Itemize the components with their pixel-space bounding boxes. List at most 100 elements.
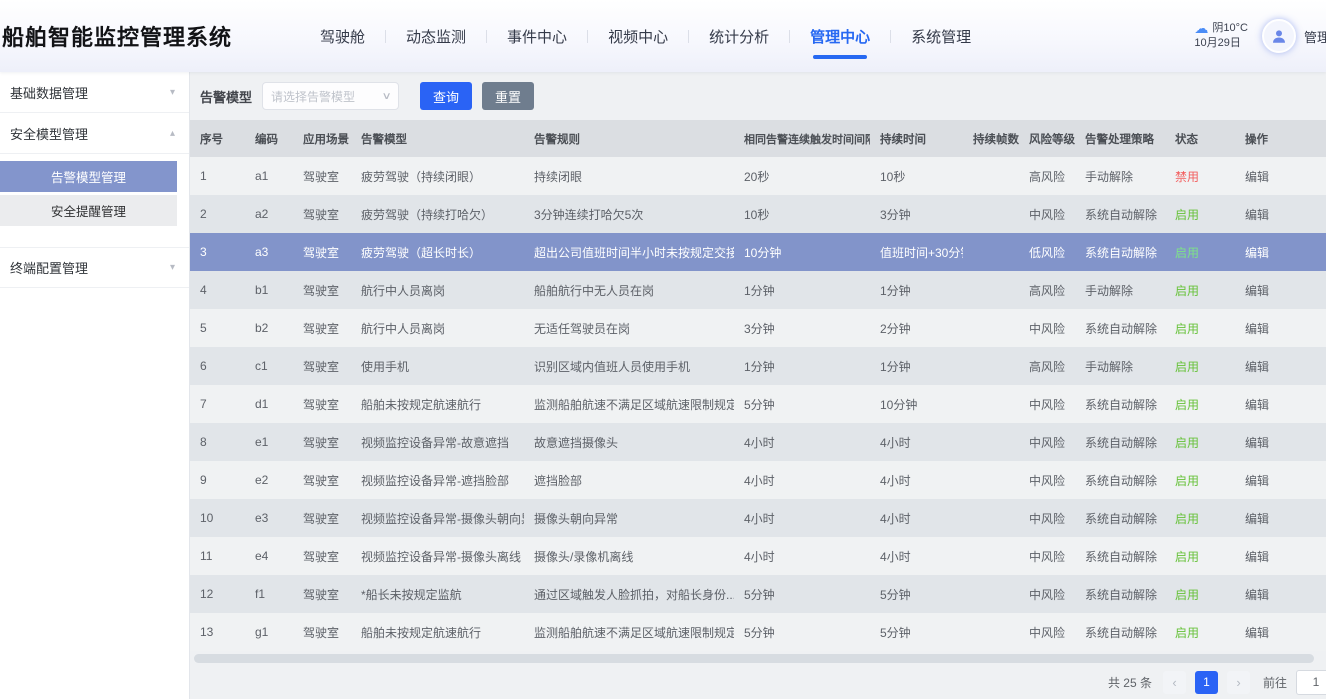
sidebar-submenu: 告警模型管理 安全提醒管理	[0, 154, 189, 235]
cell-strategy: 系统自动解除	[1075, 575, 1165, 613]
cell-risk: 中风险	[1019, 385, 1075, 423]
cell-action[interactable]: 编辑	[1235, 157, 1326, 195]
table-row[interactable]: 12f1驾驶室*船长未按规定监航通过区域触发人脸抓拍，对船长身份...5分钟5分…	[190, 575, 1326, 613]
cell-risk: 中风险	[1019, 423, 1075, 461]
sidebar-group-basic-data[interactable]: 基础数据管理 ▾	[0, 72, 189, 113]
cell-action[interactable]: 编辑	[1235, 309, 1326, 347]
next-page-button[interactable]: ›	[1227, 671, 1250, 694]
alarm-model-select[interactable]: 请选择告警模型 ∨	[262, 82, 399, 110]
nav-divider	[587, 30, 588, 43]
cell-duration: 2分钟	[870, 309, 963, 347]
cell-action[interactable]: 编辑	[1235, 613, 1326, 651]
cell-risk: 中风险	[1019, 575, 1075, 613]
column-header-scene: 应用场景	[293, 120, 351, 157]
cell-index: 3	[190, 233, 245, 271]
table-row[interactable]: 6c1驾驶室使用手机识别区域内值班人员使用手机1分钟1分钟高风险手动解除启用编辑	[190, 347, 1326, 385]
cell-scene: 驾驶室	[293, 499, 351, 537]
select-placeholder: 请选择告警模型	[271, 88, 355, 105]
cell-strategy: 手动解除	[1075, 271, 1165, 309]
cell-status: 启用	[1165, 613, 1235, 651]
cell-code: f1	[245, 575, 293, 613]
cell-index: 1	[190, 157, 245, 195]
table-row[interactable]: 13g1驾驶室船舶未按规定航速航行监测船舶航速不满足区域航速限制规定5分钟5分钟…	[190, 613, 1326, 651]
cell-scene: 驾驶室	[293, 157, 351, 195]
cell-action[interactable]: 编辑	[1235, 537, 1326, 575]
table-row[interactable]: 10e3驾驶室视频监控设备异常-摄像头朝向异常摄像头朝向异常4小时4小时中风险系…	[190, 499, 1326, 537]
cell-duration: 值班时间+30分钟	[870, 233, 963, 271]
table-row[interactable]: 8e1驾驶室视频监控设备异常-故意遮挡故意遮挡摄像头4小时4小时中风险系统自动解…	[190, 423, 1326, 461]
cell-interval: 4小时	[734, 423, 870, 461]
cell-action[interactable]: 编辑	[1235, 461, 1326, 499]
cell-action[interactable]: 编辑	[1235, 385, 1326, 423]
nav-item-management-center[interactable]: 管理中心	[810, 26, 870, 47]
user-name-label: 管理	[1304, 27, 1326, 46]
cell-scene: 驾驶室	[293, 575, 351, 613]
weather-date: 10月29日	[1194, 36, 1248, 51]
cell-risk: 中风险	[1019, 537, 1075, 575]
table-row[interactable]: 4b1驾驶室航行中人员离岗船舶航行中无人员在岗1分钟1分钟高风险手动解除启用编辑	[190, 271, 1326, 309]
table-row[interactable]: 1a1驾驶室疲劳驾驶（持续闭眼）持续闭眼20秒10秒高风险手动解除禁用编辑	[190, 157, 1326, 195]
cell-status: 启用	[1165, 461, 1235, 499]
cell-risk: 中风险	[1019, 195, 1075, 233]
cell-strategy: 手动解除	[1075, 157, 1165, 195]
reset-button[interactable]: 重置	[482, 82, 534, 110]
cell-duration: 10分钟	[870, 385, 963, 423]
table-header: 序号 编码 应用场景 告警模型 告警规则 相同告警连续触发时间间隔 持续时间 持…	[190, 120, 1326, 157]
nav-item-statistics[interactable]: 统计分析	[709, 26, 769, 47]
scrollbar-thumb[interactable]	[194, 654, 1314, 663]
prev-page-button[interactable]: ‹	[1163, 671, 1186, 694]
cell-strategy: 系统自动解除	[1075, 195, 1165, 233]
horizontal-scrollbar[interactable]	[190, 653, 1326, 664]
nav-item-dynamic-monitoring[interactable]: 动态监测	[406, 26, 466, 47]
table-row[interactable]: 5b2驾驶室航行中人员离岗无适任驾驶员在岗3分钟2分钟中风险系统自动解除启用编辑	[190, 309, 1326, 347]
cell-duration: 4小时	[870, 423, 963, 461]
sidebar-group-security-model[interactable]: 安全模型管理 ▴	[0, 113, 189, 154]
cell-interval: 10秒	[734, 195, 870, 233]
cell-action[interactable]: 编辑	[1235, 233, 1326, 271]
column-header-status: 状态	[1165, 120, 1235, 157]
table-row[interactable]: 3a3驾驶室疲劳驾驶（超长时长）超出公司值班时间半小时未按规定交接10分钟值班时…	[190, 233, 1326, 271]
table-row[interactable]: 2a2驾驶室疲劳驾驶（持续打哈欠）3分钟连续打哈欠5次10秒3分钟中风险系统自动…	[190, 195, 1326, 233]
table-row[interactable]: 7d1驾驶室船舶未按规定航速航行监测船舶航速不满足区域航速限制规定5分钟10分钟…	[190, 385, 1326, 423]
caret-down-icon: ▾	[170, 262, 175, 273]
cell-interval: 20秒	[734, 157, 870, 195]
cell-code: g1	[245, 613, 293, 651]
nav-item-video-center[interactable]: 视频中心	[608, 26, 668, 47]
cell-interval: 4小时	[734, 537, 870, 575]
cell-risk: 中风险	[1019, 461, 1075, 499]
cell-interval: 1分钟	[734, 347, 870, 385]
cell-strategy: 系统自动解除	[1075, 423, 1165, 461]
cell-scene: 驾驶室	[293, 233, 351, 271]
cell-action[interactable]: 编辑	[1235, 195, 1326, 233]
sidebar-item-safety-reminder-management[interactable]: 安全提醒管理	[0, 195, 177, 226]
filter-bar: 告警模型 请选择告警模型 ∨ 查询 重置	[190, 72, 1326, 120]
page-button-1[interactable]: 1	[1195, 671, 1218, 694]
nav-item-system-management[interactable]: 系统管理	[911, 26, 971, 47]
nav-item-event-center[interactable]: 事件中心	[507, 26, 567, 47]
cell-scene: 驾驶室	[293, 423, 351, 461]
column-header-index: 序号	[190, 120, 245, 157]
cell-strategy: 系统自动解除	[1075, 499, 1165, 537]
cell-code: b1	[245, 271, 293, 309]
cell-status: 启用	[1165, 385, 1235, 423]
cell-action[interactable]: 编辑	[1235, 499, 1326, 537]
cell-index: 2	[190, 195, 245, 233]
sidebar-item-alarm-model-management[interactable]: 告警模型管理	[0, 161, 177, 192]
cell-interval: 5分钟	[734, 575, 870, 613]
search-button[interactable]: 查询	[420, 82, 472, 110]
nav-item-cockpit[interactable]: 驾驶舱	[320, 26, 365, 47]
cell-action[interactable]: 编辑	[1235, 347, 1326, 385]
user-avatar[interactable]	[1262, 19, 1296, 53]
goto-page-input[interactable]	[1296, 670, 1326, 695]
cell-frames	[963, 461, 1019, 499]
cell-action[interactable]: 编辑	[1235, 271, 1326, 309]
table-row[interactable]: 11e4驾驶室视频监控设备异常-摄像头离线摄像头/录像机离线4小时4小时中风险系…	[190, 537, 1326, 575]
cell-action[interactable]: 编辑	[1235, 575, 1326, 613]
sidebar-group-terminal-config[interactable]: 终端配置管理 ▾	[0, 247, 189, 288]
cell-rule: 故意遮挡摄像头	[524, 423, 734, 461]
total-count: 共 25 条	[1108, 674, 1152, 691]
table-row[interactable]: 9e2驾驶室视频监控设备异常-遮挡脸部遮挡脸部4小时4小时中风险系统自动解除启用…	[190, 461, 1326, 499]
goto-label: 前往	[1263, 674, 1287, 691]
cell-action[interactable]: 编辑	[1235, 423, 1326, 461]
cell-model: 疲劳驾驶（持续闭眼）	[351, 157, 524, 195]
